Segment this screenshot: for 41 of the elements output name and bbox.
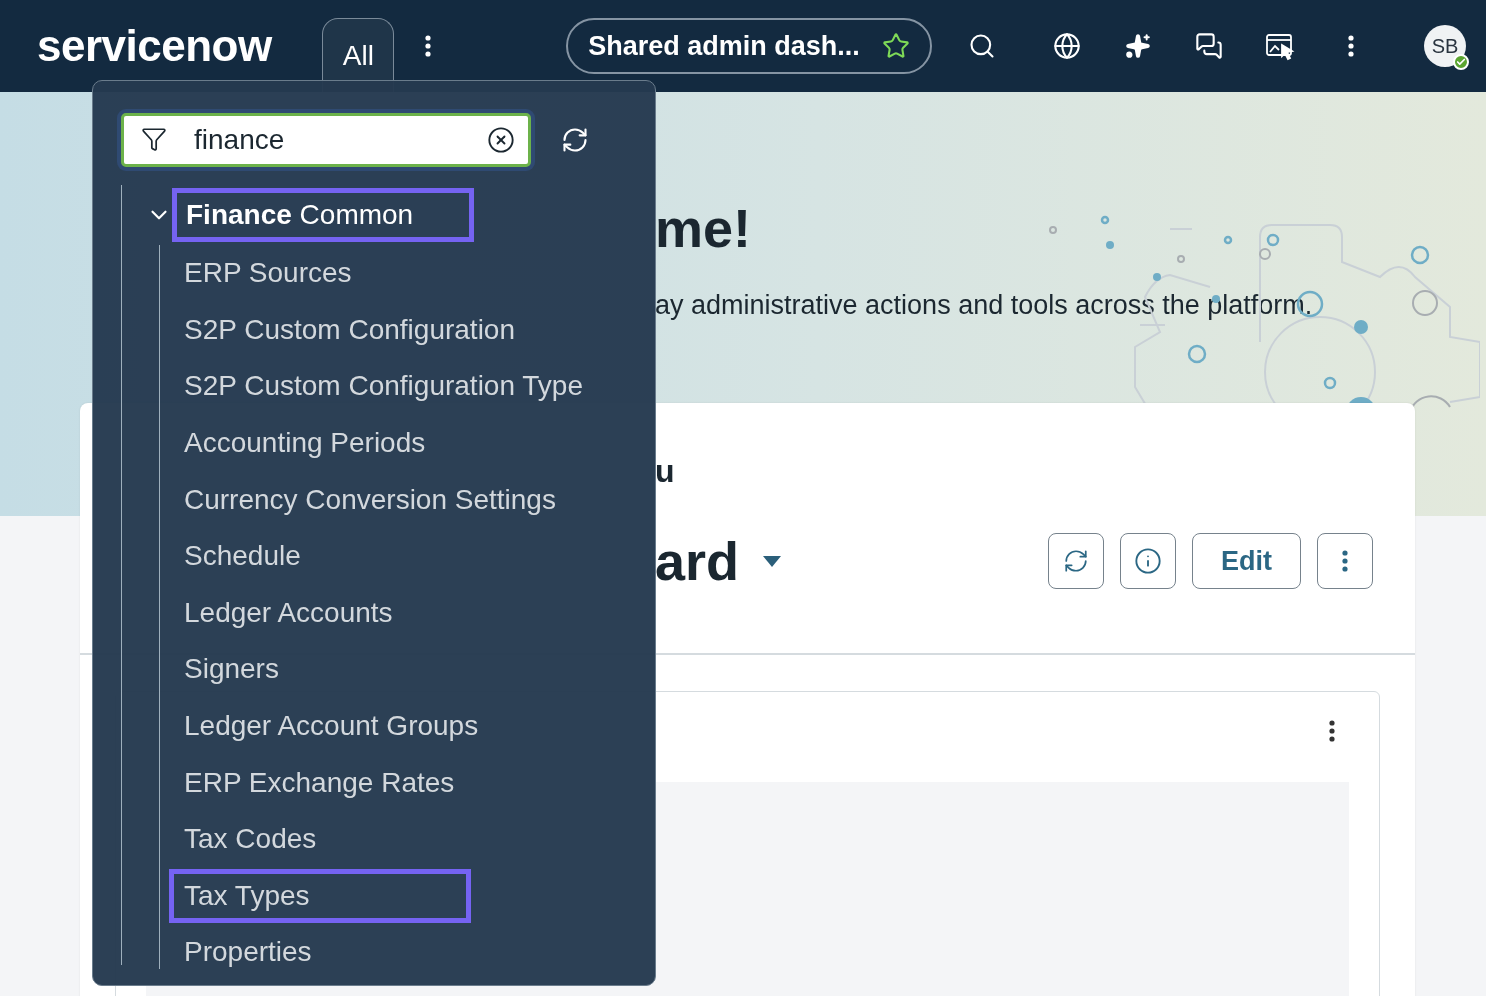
clear-icon[interactable]	[487, 126, 515, 154]
menu-item[interactable]: Properties	[184, 935, 312, 970]
menu-item[interactable]: Tax Types	[169, 868, 471, 923]
star-icon[interactable]	[881, 32, 910, 60]
menu-item[interactable]: Accounting Periods	[184, 426, 426, 461]
menu-item[interactable]: ERP Exchange Rates	[184, 765, 455, 800]
screen-pointer-icon[interactable]	[1265, 31, 1295, 61]
dashboard-title: ard	[655, 530, 740, 592]
menu-item[interactable]: Schedule	[184, 539, 301, 574]
menu-item[interactable]: Ledger Accounts	[184, 595, 393, 630]
sparkle-icon[interactable]	[1125, 33, 1151, 59]
chat-icon[interactable]	[1195, 32, 1223, 60]
menu-item[interactable]: Signers	[184, 652, 279, 687]
search-icon[interactable]	[968, 32, 996, 60]
more-icon[interactable]	[425, 35, 432, 57]
caret-icon[interactable]	[763, 555, 782, 567]
refresh-icon[interactable]	[561, 126, 589, 154]
filter-icon	[141, 126, 167, 152]
menu-item[interactable]: S2P Custom Configuration	[184, 312, 515, 347]
more-icon[interactable]	[1329, 720, 1335, 742]
more-button[interactable]	[1317, 533, 1373, 589]
menu-group[interactable]: Finance Common	[172, 188, 474, 242]
globe-icon[interactable]	[1053, 32, 1081, 60]
avatar[interactable]: SB	[1424, 25, 1466, 67]
info-icon	[1134, 547, 1162, 575]
section-title: u	[655, 453, 676, 490]
logo[interactable]: servicenow	[37, 21, 284, 71]
more-icon	[1342, 550, 1348, 572]
more-icon[interactable]	[1348, 35, 1354, 57]
page-heading: me!	[655, 197, 752, 259]
refresh-icon	[1063, 548, 1089, 574]
workspace-pill[interactable]: Shared admin dash...	[566, 18, 932, 74]
menu-item[interactable]: S2P Custom Configuration Type	[184, 369, 583, 404]
menu-item[interactable]: ERP Sources	[184, 256, 352, 291]
edit-button[interactable]: Edit	[1192, 533, 1301, 589]
menu-item[interactable]: Tax Codes	[184, 822, 317, 857]
filter-field[interactable]: finance	[121, 113, 531, 167]
menu-item[interactable]: Ledger Account Groups	[184, 709, 479, 744]
info-button[interactable]	[1120, 533, 1176, 589]
refresh-button[interactable]	[1048, 533, 1104, 589]
menu-item[interactable]: Currency Conversion Settings	[184, 482, 556, 517]
